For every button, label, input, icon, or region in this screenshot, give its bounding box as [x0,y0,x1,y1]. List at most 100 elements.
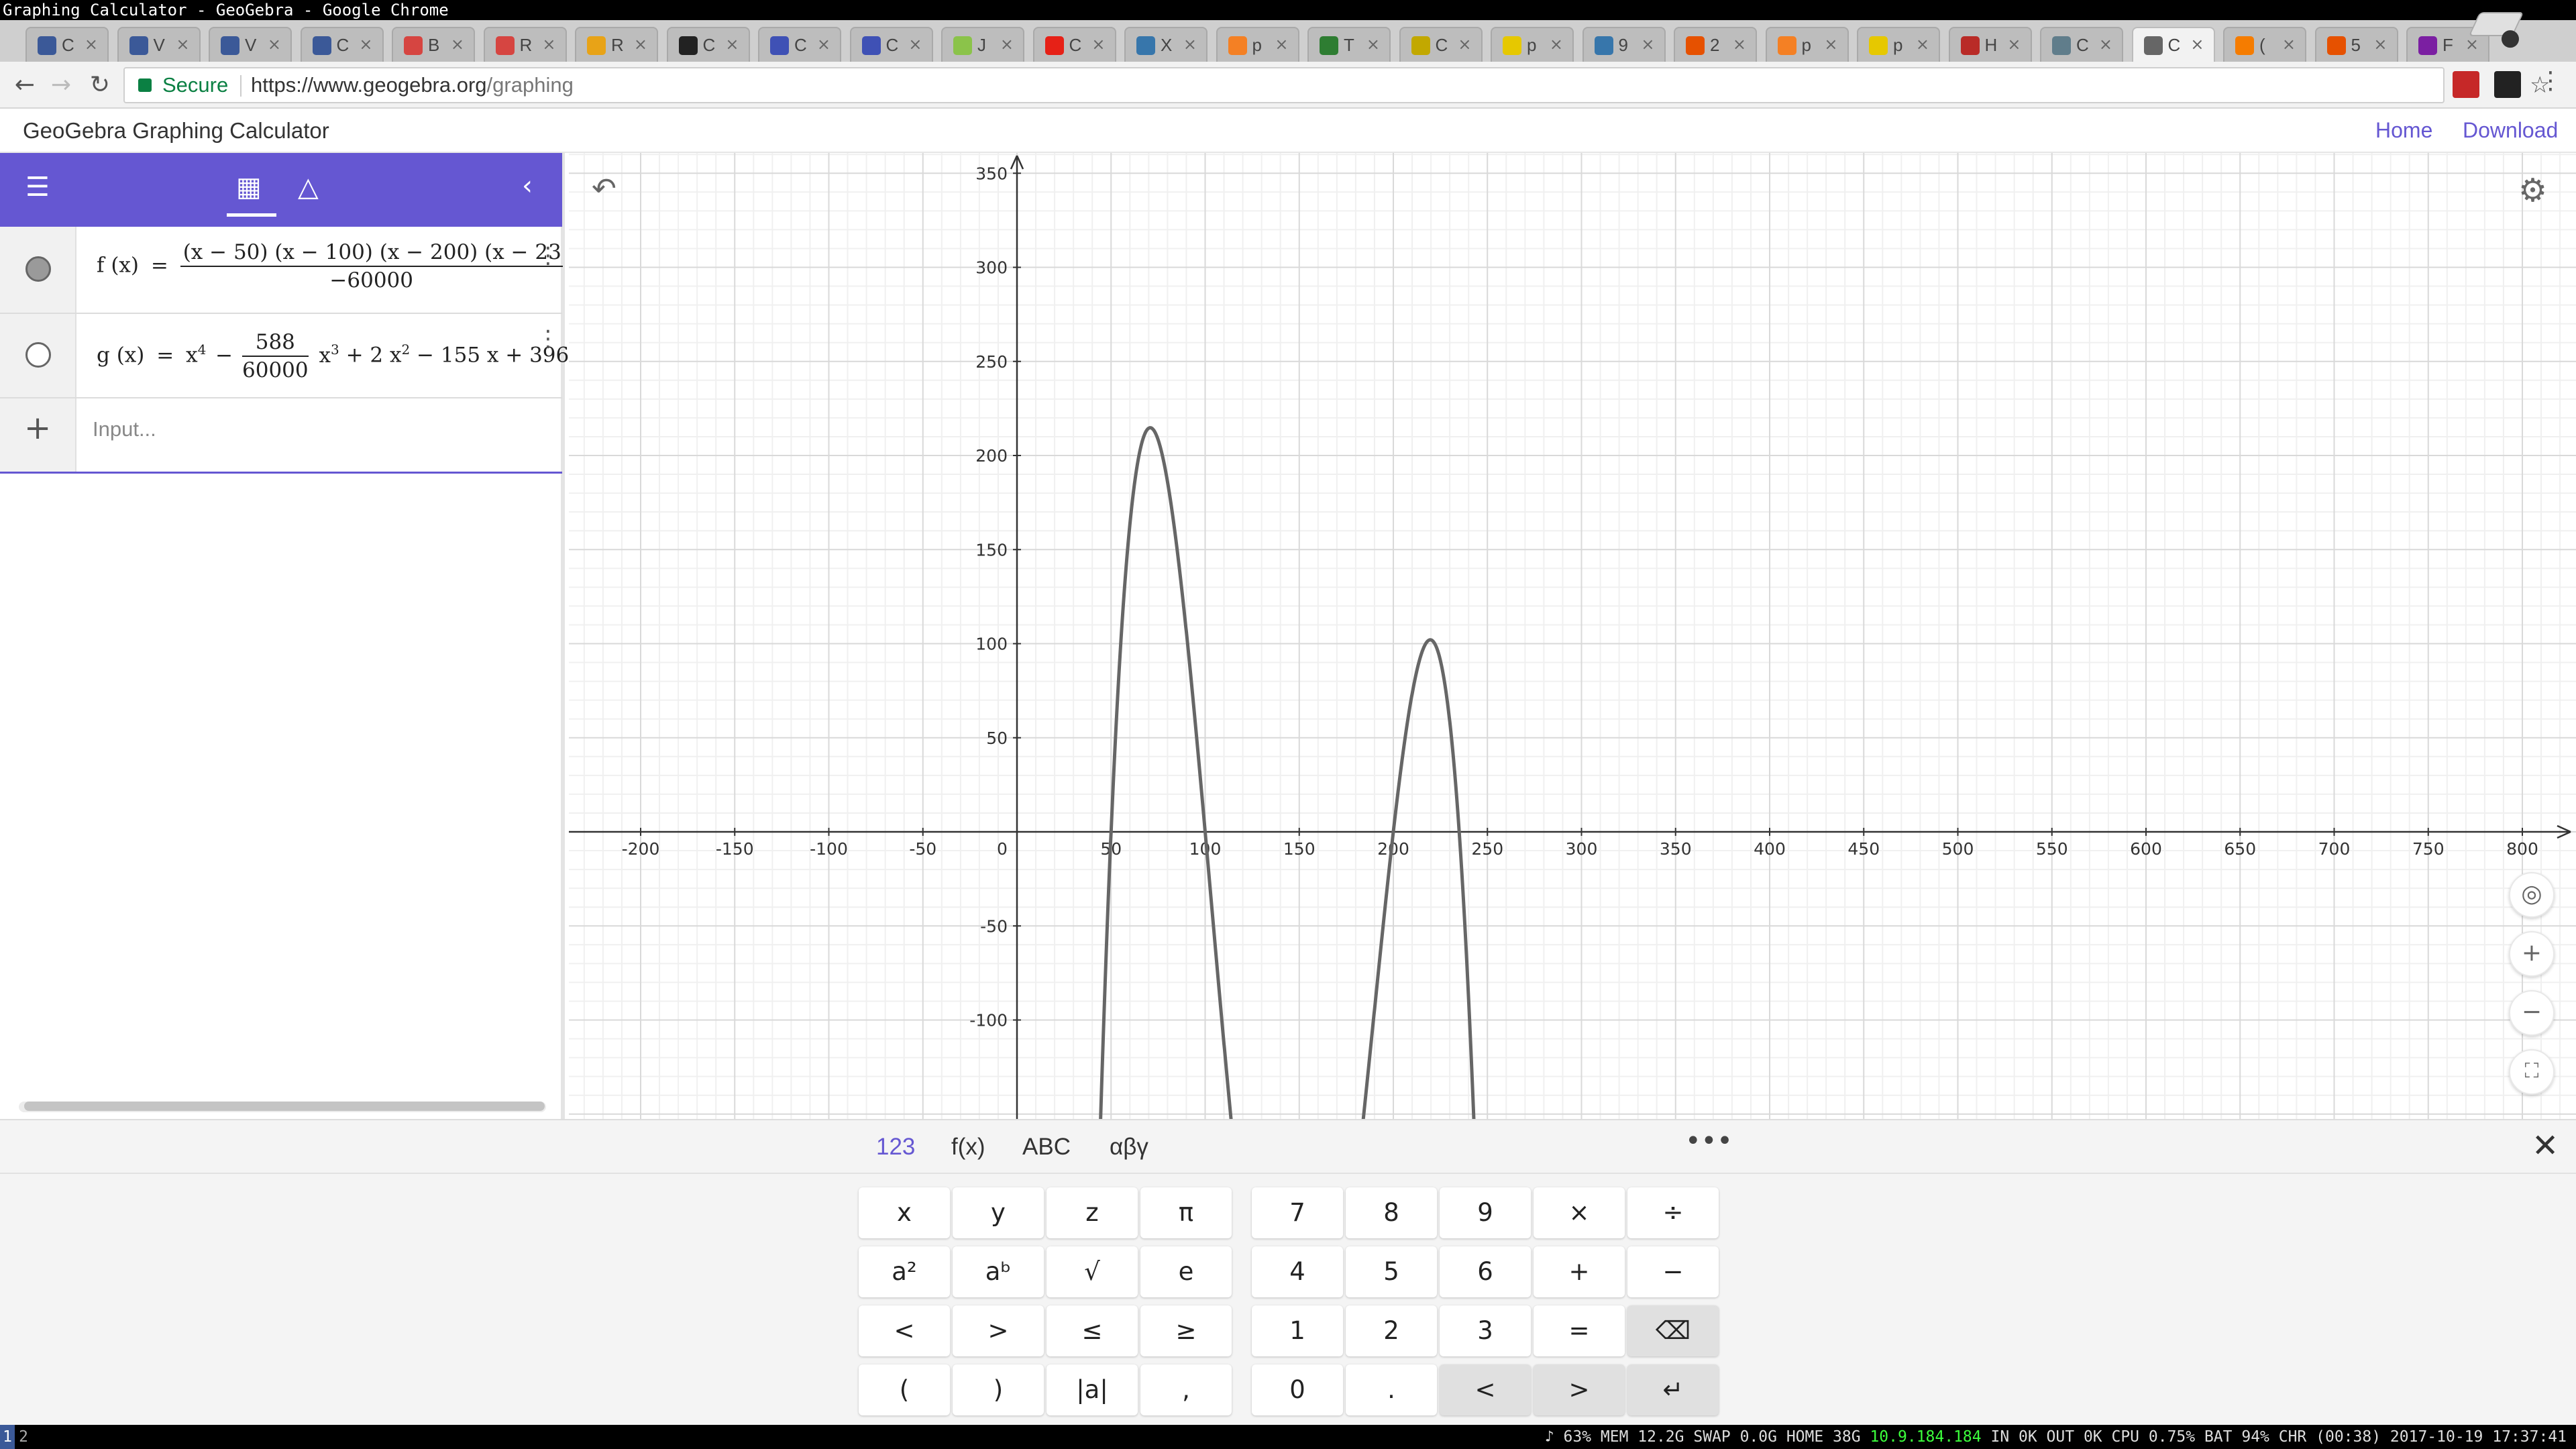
kb-key[interactable]: 2 [1346,1305,1437,1356]
download-link[interactable]: Download [2463,118,2558,143]
kb-key[interactable]: 6 [1440,1246,1531,1297]
browser-tab[interactable]: C × [666,27,750,62]
browser-tab[interactable]: R × [575,27,658,62]
profile-icon[interactable]: ● [2494,24,2526,54]
address-bar[interactable]: Secure https://www.geogebra.org/graphing… [123,67,2550,103]
kb-key[interactable]: ≤ [1046,1305,1138,1356]
extension-icon-h[interactable] [2494,71,2521,98]
browser-tab[interactable]: p × [1765,27,1849,62]
tab-close-icon[interactable]: × [2373,35,2387,54]
browser-tab[interactable]: H × [1948,27,2032,62]
scrollbar-thumb[interactable] [24,1102,545,1111]
tab-close-icon[interactable]: × [2007,35,2021,54]
tab-close-icon[interactable]: × [542,35,555,54]
tab-close-icon[interactable]: × [634,35,647,54]
algebra-row-g[interactable]: g (x) = x4 − 588 60000 x3 + 2 x2 − 155 x… [0,314,582,398]
algebra-row-f[interactable]: f (x) = (x − 50) (x − 100) (x − 200) (x … [0,227,563,314]
kb-key[interactable]: ↵ [1627,1364,1719,1415]
kb-key[interactable]: ) [953,1364,1044,1415]
tab-close-icon[interactable]: × [176,35,189,54]
tab-close-icon[interactable]: × [1275,35,1288,54]
tab-close-icon[interactable]: × [1824,35,1837,54]
tab-close-icon[interactable]: × [1550,35,1563,54]
undo-icon[interactable]: ↶ [592,172,616,206]
row-g-menu-icon[interactable]: ⋮ [537,327,559,350]
browser-tab[interactable]: C × [2040,27,2123,62]
kb-key[interactable]: > [1534,1364,1625,1415]
kb-key[interactable]: y [953,1187,1044,1238]
graphics-view[interactable]: -200 -150 -100 -50 0 50 100 150 200 250 300 350 400 4… [569,153,2576,1119]
tab-close-icon[interactable]: × [1091,35,1105,54]
settings-gear-icon[interactable]: ⚙ [2518,172,2547,209]
kb-key[interactable]: ⌫ [1627,1305,1719,1356]
zoom-out-icon[interactable]: − [2509,990,2555,1036]
home-link[interactable]: Home [2375,118,2432,143]
tab-close-icon[interactable]: × [1458,35,1471,54]
visibility-toggle-f[interactable] [25,256,51,282]
browser-tab[interactable]: V × [209,27,292,62]
browser-tab[interactable]: C × [1032,27,1116,62]
tab-close-icon[interactable]: × [2282,35,2296,54]
tab-close-icon[interactable]: × [1366,35,1380,54]
algebra-input-row[interactable]: + Input... [0,398,562,474]
expression-f[interactable]: f (x) = (x − 50) (x − 100) (x − 200) (x … [97,239,563,294]
kb-more-icon[interactable]: ••• [1685,1126,1733,1157]
expression-g[interactable]: g (x) = x4 − 588 60000 x3 + 2 x2 − 155 x… [97,329,582,384]
browser-tab[interactable]: 5 × [2314,27,2398,62]
browser-tab[interactable]: R × [483,27,567,62]
browser-tab[interactable]: C × [758,27,841,62]
kb-tab-123[interactable]: 123 [876,1134,915,1161]
kb-key[interactable]: + [1534,1246,1625,1297]
fullscreen-icon[interactable]: ⛶ [2509,1049,2555,1095]
kb-key[interactable]: π [1140,1187,1232,1238]
algebra-input[interactable]: Input... [93,417,156,441]
kb-key[interactable]: = [1534,1305,1625,1356]
workspace-1[interactable]: 1 [0,1425,15,1449]
kb-key[interactable]: 8 [1346,1187,1437,1238]
kb-tab-greek[interactable]: αβγ [1110,1134,1148,1161]
tab-close-icon[interactable]: × [725,35,739,54]
chrome-menu-icon[interactable]: ⋮ [2537,67,2564,95]
tab-close-icon[interactable]: × [2190,35,2204,54]
browser-tab[interactable]: X × [1124,27,1208,62]
kb-key[interactable]: z [1046,1187,1138,1238]
tab-close-icon[interactable]: × [359,35,372,54]
recenter-icon[interactable]: ◎ [2509,872,2555,918]
tab-close-icon[interactable]: × [2465,35,2479,54]
browser-tab[interactable]: p × [1491,27,1574,62]
browser-tab[interactable]: C × [300,27,384,62]
kb-key[interactable]: x [859,1187,950,1238]
tab-close-icon[interactable]: × [85,35,98,54]
workspace-2[interactable]: 2 [16,1425,31,1449]
reload-icon[interactable]: ↻ [83,68,117,102]
tab-close-icon[interactable]: × [817,35,830,54]
kb-key[interactable]: . [1346,1364,1437,1415]
zoom-in-icon[interactable]: + [2509,931,2555,977]
kb-key[interactable]: 5 [1346,1246,1437,1297]
calculator-icon[interactable]: ▦ [236,172,262,203]
kb-key[interactable]: aᵇ [953,1246,1044,1297]
kb-key[interactable]: e [1140,1246,1232,1297]
browser-tab[interactable]: V × [117,27,201,62]
kb-key[interactable]: ≥ [1140,1305,1232,1356]
kb-close-icon[interactable]: ✕ [2532,1127,2559,1165]
tab-close-icon[interactable]: × [1733,35,1746,54]
tab-close-icon[interactable]: × [268,35,281,54]
forward-icon[interactable]: → [44,68,78,102]
browser-tab[interactable]: p × [1216,27,1299,62]
browser-tab[interactable]: T × [1307,27,1391,62]
tab-close-icon[interactable]: × [1916,35,1929,54]
kb-tab-functions[interactable]: f(x) [951,1134,985,1161]
tab-close-icon[interactable]: × [2099,35,2112,54]
browser-tab[interactable]: J × [941,27,1024,62]
kb-key[interactable]: 0 [1252,1364,1343,1415]
kb-key[interactable]: 4 [1252,1246,1343,1297]
browser-tab[interactable]: (× [2223,27,2306,62]
hamburger-menu-icon[interactable]: ☰ [25,172,50,203]
kb-key[interactable]: ÷ [1627,1187,1719,1238]
visibility-toggle-g[interactable] [25,342,51,368]
kb-key[interactable]: |a| [1046,1364,1138,1415]
row-f-menu-icon[interactable]: ⋮ [537,244,559,267]
browser-tab[interactable]: B × [392,27,475,62]
kb-key[interactable]: < [859,1305,950,1356]
